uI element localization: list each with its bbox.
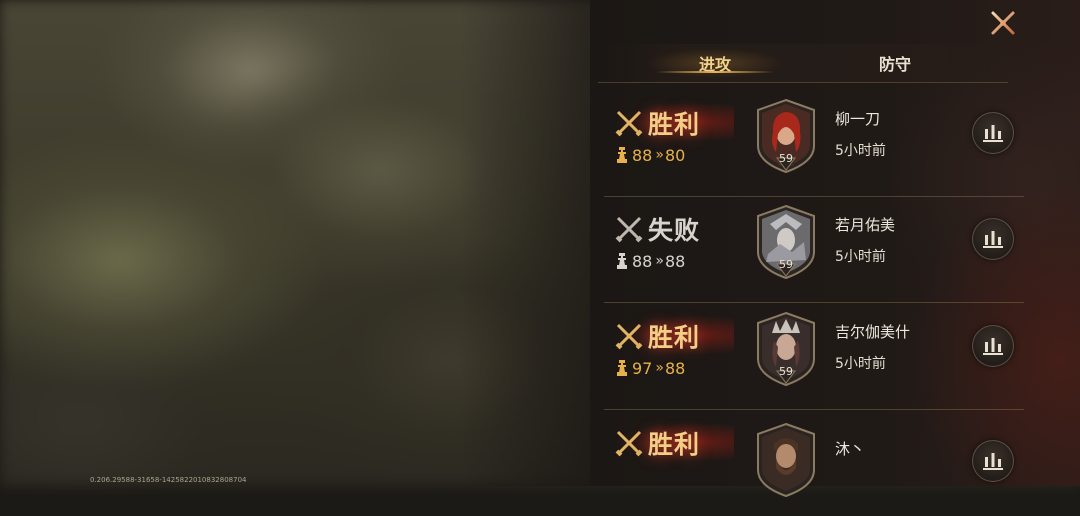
tab-bar: 进攻 防守	[598, 44, 1008, 83]
chess-piece-icon	[617, 360, 627, 376]
chess-piece-icon	[617, 253, 627, 269]
double-chevron-icon: »	[655, 147, 663, 163]
battle-time: 5小时前	[835, 249, 886, 265]
opponent-name: 沐丶	[835, 440, 866, 458]
score-from: 88	[632, 145, 653, 165]
battle-result: 失败	[614, 212, 700, 246]
tab-attack-label: 进攻	[698, 55, 731, 74]
version-text: 0.206.29588-31658-1425822010832808704	[90, 476, 247, 484]
opponent-name: 吉尔伽美什	[835, 323, 911, 341]
battle-row: 胜利 88 » 80 59 柳一刀 5小时前	[604, 90, 1024, 197]
close-button[interactable]	[986, 6, 1020, 40]
score-from: 97	[632, 358, 653, 378]
bar-chart-icon	[983, 231, 1003, 248]
tab-defense[interactable]: 防守	[830, 44, 960, 82]
opponent-name: 若月佑美	[835, 216, 896, 234]
crossed-swords-icon	[615, 110, 643, 137]
opponent-level: 59	[779, 365, 793, 378]
result-text: 失败	[648, 216, 701, 245]
battle-row: 失败 88 » 88 59 若月佑美 5小时前	[604, 196, 1024, 303]
score-change: 88 » 88	[614, 250, 685, 272]
crossed-swords-icon	[615, 323, 643, 350]
score-to: 80	[664, 145, 686, 165]
battle-row: 胜利 97 » 88 59 吉尔伽美什 5小时前	[604, 303, 1024, 410]
battle-result: 胜利	[614, 106, 700, 140]
battle-time: 5小时前	[835, 143, 886, 159]
result-text: 胜利	[648, 430, 701, 459]
score-to: 88	[664, 358, 686, 378]
score-change: 97 » 88	[614, 357, 685, 379]
score-from: 88	[632, 251, 653, 271]
opponent-level: 59	[779, 152, 793, 165]
crossed-swords-icon	[615, 430, 643, 457]
score-to: 88	[664, 251, 686, 271]
battle-result: 胜利	[614, 319, 700, 353]
tab-attack[interactable]: 进攻	[646, 44, 784, 82]
bar-chart-icon	[983, 338, 1003, 355]
battle-time: 5小时前	[835, 356, 886, 372]
bar-chart-icon	[983, 453, 1003, 470]
opponent-avatar[interactable]	[756, 422, 816, 498]
score-change: 88 » 80	[614, 144, 685, 166]
battle-stats-button[interactable]	[972, 440, 1014, 482]
result-text: 胜利	[648, 323, 701, 352]
bearded-hero-icon	[757, 422, 815, 498]
opponent-level: 59	[779, 258, 793, 271]
double-chevron-icon: »	[655, 253, 663, 269]
battle-stats-button[interactable]	[972, 325, 1014, 367]
battle-stats-button[interactable]	[972, 112, 1014, 154]
bar-chart-icon	[983, 125, 1003, 142]
battle-result: 胜利	[614, 426, 700, 460]
tab-defense-label: 防守	[878, 55, 911, 74]
chess-piece-icon	[617, 147, 627, 163]
crossed-swords-icon	[615, 216, 643, 243]
result-text: 胜利	[648, 110, 701, 139]
opponent-name: 柳一刀	[835, 110, 881, 128]
battle-stats-button[interactable]	[972, 218, 1014, 260]
double-chevron-icon: »	[655, 360, 663, 376]
battle-row: 胜利 沐丶	[604, 410, 1024, 516]
close-icon	[991, 11, 1015, 35]
